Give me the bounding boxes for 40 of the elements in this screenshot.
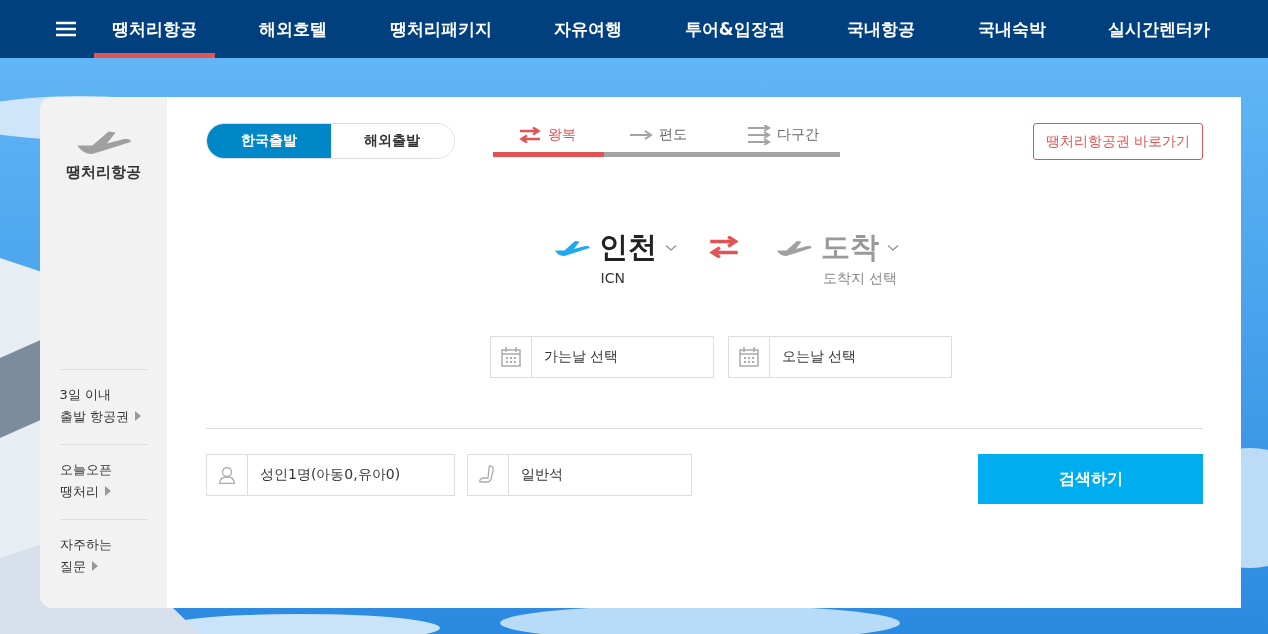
calendar-icon [500, 347, 521, 367]
trip-type-tab[interactable]: 왕복 [493, 121, 604, 157]
trip-type-tab[interactable]: 편도 [604, 121, 722, 157]
sidebar-link[interactable]: 3일 이내 출발 항공권 [59, 369, 148, 444]
menu-icon [56, 21, 76, 37]
nav-tab[interactable]: 땡처리패키지 [371, 0, 510, 58]
seat-class-field[interactable]: 일반석 [467, 454, 692, 496]
date-field[interactable]: 오는날 선택 [727, 336, 952, 378]
swap-arrows-icon [518, 126, 542, 143]
chevron-down-icon [664, 244, 677, 252]
sidebar-title: 땡처리항공 [66, 163, 141, 182]
nav-tab[interactable]: 국내숙박 [959, 0, 1064, 58]
nav-tab[interactable]: 국내항공 [829, 0, 934, 58]
shortcut-button[interactable]: 땡처리항공권 바로가기 [1032, 123, 1203, 160]
arrow-right-icon [629, 129, 653, 140]
sidebar-link[interactable]: 오늘오픈 땡처리 [59, 444, 148, 519]
seat-icon [479, 465, 497, 485]
swap-arrows-icon [706, 236, 741, 258]
airplane-icon [552, 238, 591, 258]
nav-tab[interactable]: 투어&입장권 [666, 0, 803, 58]
airport-code: ICN [600, 270, 625, 286]
date-field[interactable]: 가는날 선택 [489, 336, 714, 378]
airport-code: 도착지 선택 [822, 270, 897, 288]
airport-selector[interactable]: 인천 [552, 228, 677, 268]
triangle-right-icon [91, 561, 98, 571]
triangle-right-icon [104, 486, 111, 496]
passenger-field[interactable]: 성인1명(아동0,유아0) [206, 454, 455, 496]
origin-tab[interactable]: 한국출발 [207, 124, 331, 158]
trip-type-tab[interactable]: 다구간 [722, 121, 840, 157]
nav-tab[interactable]: 자유여행 [536, 0, 641, 58]
nav-tab[interactable]: 땡처리항공 [94, 0, 215, 58]
sidebar-link[interactable]: 자주하는 질문 [59, 519, 148, 594]
nav-tab[interactable]: 해외호텔 [241, 0, 346, 58]
chevron-down-icon [886, 244, 899, 252]
airplane-icon [774, 238, 813, 258]
nav-tab[interactable]: 실시간렌터카 [1090, 0, 1228, 58]
triple-arrow-icon [747, 124, 771, 145]
triangle-right-icon [134, 411, 141, 421]
person-icon [218, 466, 236, 484]
calendar-icon [738, 347, 759, 367]
